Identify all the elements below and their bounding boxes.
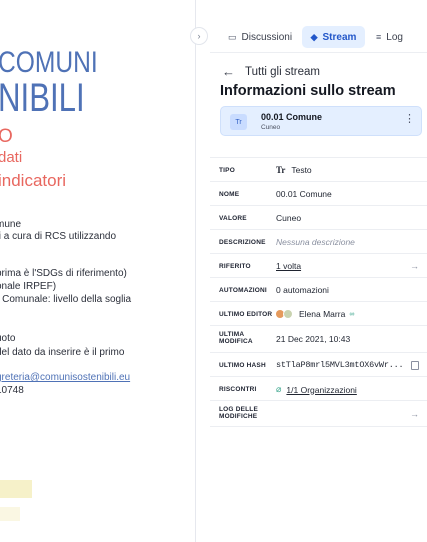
- row-riscontri: RISCONTRI ⌀ 1/1 Organizzazioni: [210, 376, 427, 400]
- row-label-line1: LOG DELLE: [219, 406, 258, 413]
- tab-log[interactable]: ≡ Log: [376, 26, 403, 48]
- document-text-line: onale IRPEF): [0, 281, 57, 292]
- row-label: TIPO: [219, 167, 235, 174]
- stream-subtitle: Cuneo: [261, 124, 281, 131]
- back-link[interactable]: ← Tutti gli stream: [222, 64, 320, 79]
- row-automazioni: AUTOMAZIONI 0 automazioni: [210, 277, 427, 301]
- row-label: AUTOMAZIONI: [219, 287, 267, 294]
- document-red-line2: dati: [0, 149, 23, 166]
- row-value: Tr Testo: [276, 165, 312, 175]
- text-type-icon: Tr: [276, 165, 286, 175]
- row-label: ULTIMO HASH: [219, 362, 266, 369]
- document-email-link[interactable]: greteria@comunisostenibili.eu: [0, 372, 130, 384]
- tab-label: Log: [386, 31, 403, 43]
- chevron-right-icon: ›: [197, 31, 201, 41]
- document-highlight: [0, 480, 32, 498]
- list-icon: ≡: [376, 32, 382, 42]
- row-label-line1: ULTIMA: [219, 331, 245, 338]
- tipo-value: Testo: [291, 165, 312, 175]
- document-text-line: mune: [0, 219, 22, 230]
- row-label: LOG DELLE MODIFICHE: [219, 406, 258, 421]
- stream-info-list: TIPO Tr Testo NOME 00.01 Comune VALORE C…: [210, 157, 427, 427]
- row-tipo: TIPO Tr Testo: [210, 157, 427, 181]
- tab-label: Discussioni: [241, 31, 293, 43]
- document-heading-line2: NIBILI: [0, 76, 85, 120]
- riferito-link[interactable]: 1 volta: [276, 261, 301, 271]
- document-heading-line1: COMUNI: [0, 46, 98, 79]
- row-nome: NOME 00.01 Comune: [210, 181, 427, 205]
- document-text-line: prima è l'SDGs di riferimento): [0, 268, 127, 279]
- tab-label: Stream: [322, 31, 357, 43]
- row-label: VALORE: [219, 215, 247, 222]
- automazioni-value: 0 automazioni: [276, 285, 329, 295]
- paperclip-icon: ⌀: [276, 384, 282, 394]
- riscontri-value: ⌀ 1/1 Organizzazioni: [276, 384, 357, 395]
- row-descrizione: DESCRIZIONE Nessuna descrizione: [210, 229, 427, 253]
- tab-stream[interactable]: ◆ Stream: [302, 26, 365, 48]
- row-ultimo-hash: ULTIMO HASH stTlaP8mrl5MVL3mtOX6vWr...: [210, 352, 427, 376]
- arrow-right-icon: →: [410, 261, 419, 271]
- valore-value: Cuneo: [276, 213, 302, 223]
- more-vertical-icon[interactable]: ⋮: [404, 114, 415, 125]
- document-text-line: ti a cura di RCS utilizzando: [0, 231, 117, 242]
- panel-tabs: ▭ Discussioni ◆ Stream ≡ Log: [210, 20, 427, 52]
- row-label-line2: MODIFICHE: [219, 413, 258, 421]
- row-label: NOME: [219, 191, 240, 198]
- document-highlight: [0, 507, 20, 521]
- document-text-line: del dato da inserire è il primo: [0, 347, 125, 358]
- row-riferito[interactable]: RIFERITO 1 volta →: [210, 253, 427, 277]
- page-title: Informazioni sullo stream: [220, 83, 396, 99]
- tabs-divider: [210, 52, 427, 53]
- document-edge: [195, 0, 196, 542]
- chat-icon: ▭: [228, 31, 237, 42]
- row-label-line2: MODIFICA: [219, 338, 253, 346]
- descrizione-value: Nessuna descrizione: [276, 237, 355, 247]
- arrow-left-icon: ←: [222, 64, 235, 79]
- row-label: ULTIMO EDITOR: [219, 311, 273, 318]
- editor-name: Elena Marra: [299, 309, 346, 319]
- ultimo-editor-value: Elena Marra ∞: [276, 309, 354, 319]
- stream-card[interactable]: Tr 00.01 Comune Cuneo ⋮: [220, 106, 422, 136]
- tab-discussioni[interactable]: ▭ Discussioni: [228, 26, 292, 48]
- row-label: DESCRIZIONE: [219, 239, 266, 246]
- document-text-line: uoto: [0, 333, 16, 344]
- stream-panel: ▭ Discussioni ◆ Stream ≡ Log ← Tutti gli…: [210, 0, 427, 542]
- back-label: Tutti gli stream: [245, 65, 320, 78]
- ultima-modifica-value: 21 Dec 2021, 10:43: [276, 334, 351, 344]
- row-label: RISCONTRI: [219, 386, 257, 393]
- stream-name: 00.01 Comune: [261, 112, 323, 122]
- row-label: RIFERITO: [219, 263, 251, 270]
- document-preview: COMUNI NIBILI O dati indicatori mune ti …: [0, 0, 196, 542]
- document-red-line3: indicatori: [0, 171, 67, 190]
- row-log-modifiche[interactable]: LOG DELLE MODIFICHE →: [210, 400, 427, 427]
- row-ultima-modifica: ULTIMA MODIFICA 21 Dec 2021, 10:43: [210, 325, 427, 352]
- document-text-line: ² Comunale: livello della soglia: [0, 294, 132, 305]
- stream-icon: ◆: [310, 31, 318, 42]
- riscontri-link[interactable]: 1/1 Organizzazioni: [286, 385, 356, 395]
- row-ultimo-editor: ULTIMO EDITOR Elena Marra ∞: [210, 301, 427, 325]
- document-red-line1: O: [0, 126, 13, 147]
- document-text-line: 10748: [0, 385, 24, 396]
- arrow-right-icon: →: [410, 409, 419, 419]
- row-valore: VALORE Cuneo: [210, 205, 427, 229]
- text-type-icon: Tr: [230, 114, 247, 130]
- nome-value: 00.01 Comune: [276, 189, 332, 199]
- link-icon: ∞: [349, 310, 355, 318]
- row-label: ULTIMA MODIFICA: [219, 331, 253, 346]
- avatar: [283, 309, 293, 319]
- ultimo-hash-value: stTlaP8mrl5MVL3mtOX6vWr...: [276, 360, 404, 370]
- collapse-panel-button[interactable]: ›: [190, 27, 208, 45]
- copy-icon[interactable]: [411, 361, 419, 370]
